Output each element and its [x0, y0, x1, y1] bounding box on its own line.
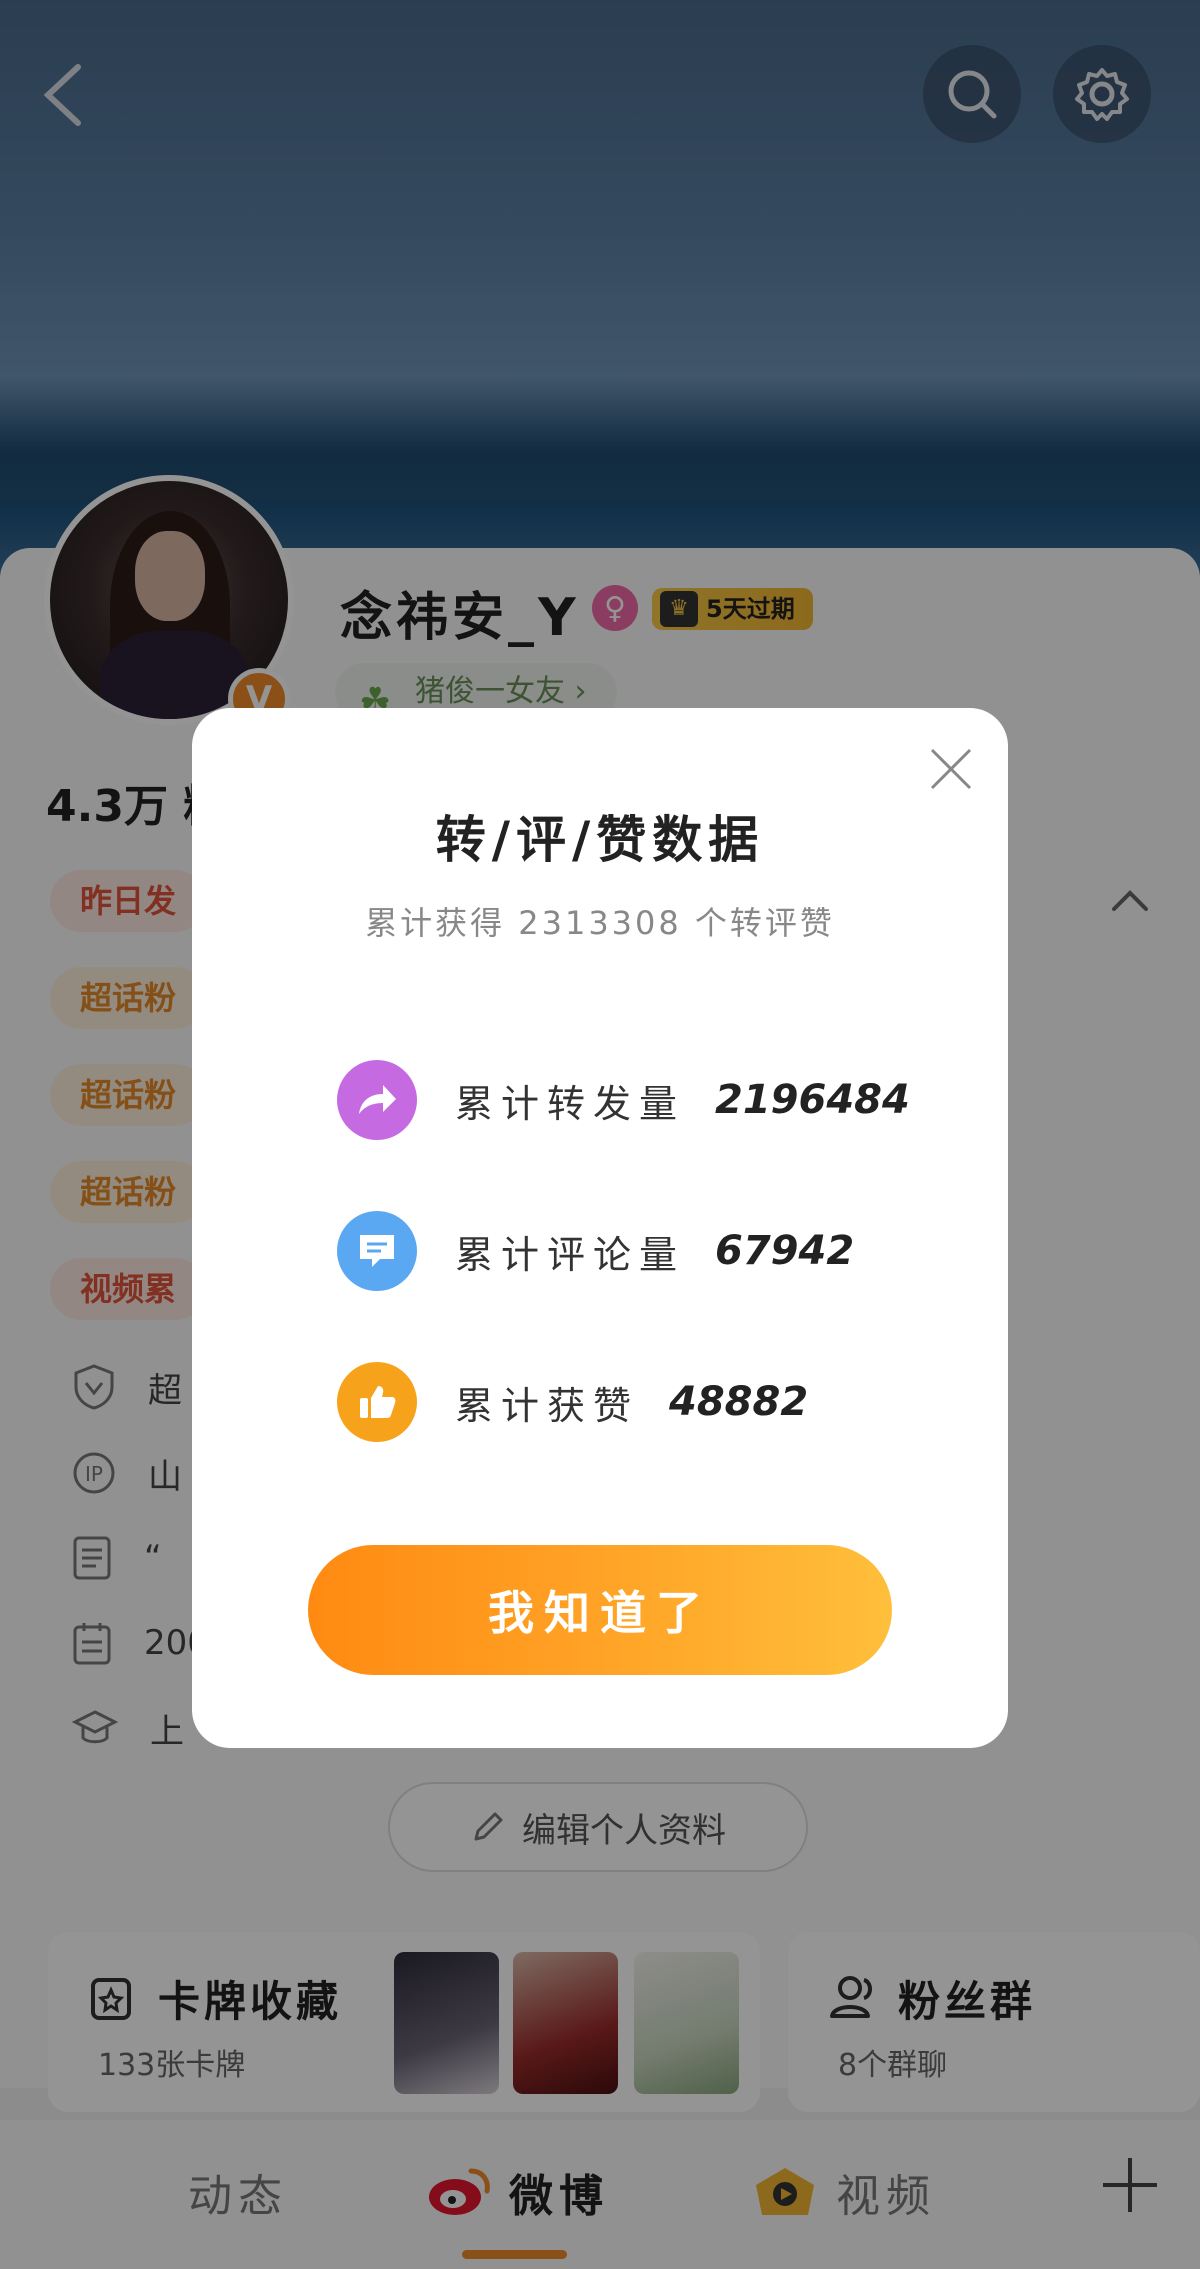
stat-likes: 累计获赞 48882 — [337, 1362, 808, 1442]
close-icon[interactable] — [926, 744, 976, 794]
stat-comments: 累计评论量 67942 — [337, 1211, 854, 1291]
thumbs-up-icon — [337, 1362, 417, 1442]
stat-comments-label: 累计评论量 — [455, 1232, 686, 1277]
dialog-subtitle: 累计获得 2313308 个转评赞 — [365, 904, 835, 942]
stat-comments-value: 67942 — [715, 1228, 855, 1274]
stats-dialog: 转/评/赞数据 累计获得 2313308 个转评赞 累计转发量 2196484 … — [192, 708, 1008, 1748]
stat-reposts-value: 2196484 — [715, 1077, 910, 1123]
stat-reposts-label: 累计转发量 — [455, 1081, 686, 1126]
dialog-title: 转/评/赞数据 — [435, 811, 765, 869]
stat-reposts: 累计转发量 2196484 — [337, 1060, 910, 1140]
confirm-button[interactable]: 我知道了 — [308, 1545, 892, 1675]
share-icon — [337, 1060, 417, 1140]
stat-likes-value: 48882 — [669, 1379, 809, 1425]
comment-icon — [337, 1211, 417, 1291]
stat-likes-label: 累计获赞 — [455, 1383, 640, 1428]
